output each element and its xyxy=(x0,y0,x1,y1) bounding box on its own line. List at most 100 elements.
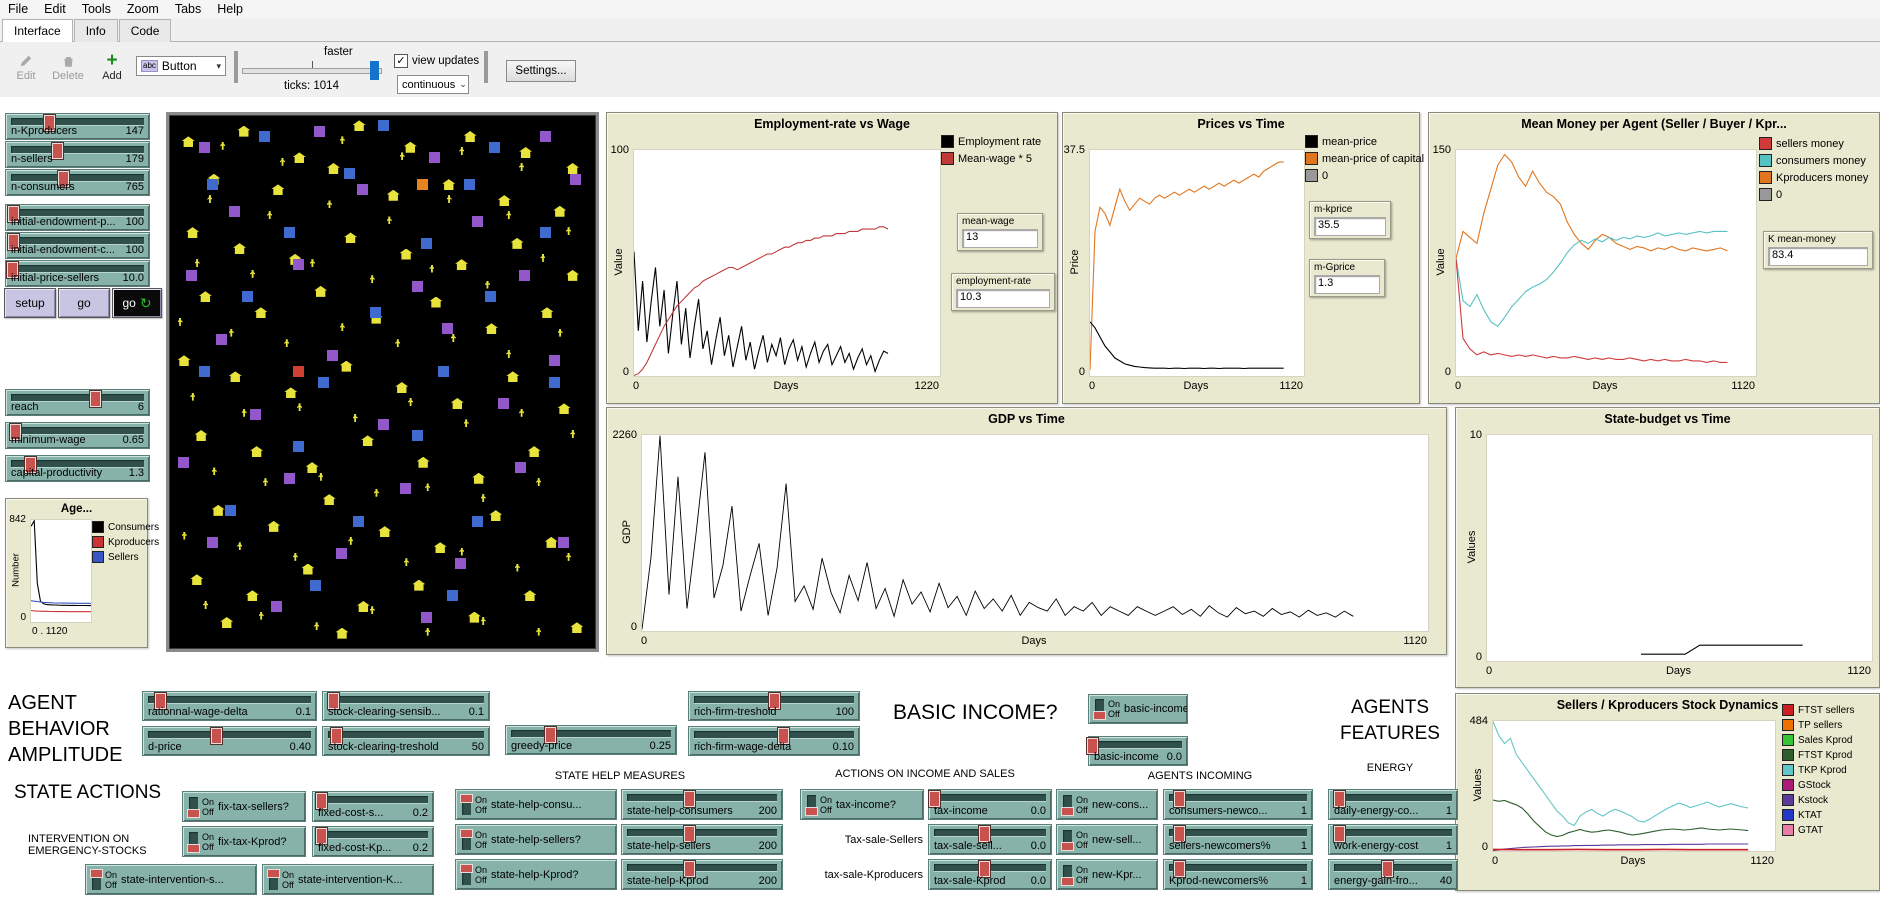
slider-rich-firm-wage-delta[interactable]: rich-firm-wage-delta0.10 xyxy=(688,726,860,756)
switch-state-help-consu[interactable]: OnOffstate-help-consu... xyxy=(455,789,617,820)
widget-type-dropdown[interactable]: abc Button ▾ xyxy=(136,56,226,76)
switch-track[interactable] xyxy=(189,797,198,817)
switch-track[interactable] xyxy=(1095,699,1104,719)
switch-knob[interactable] xyxy=(460,864,473,873)
switch-track[interactable] xyxy=(1063,865,1072,885)
slider-stock-clearing-treshold[interactable]: stock-clearing-treshold50 xyxy=(322,726,490,756)
slider-stock-clearing-sensib[interactable]: stock-clearing-sensib...0.1 xyxy=(322,691,490,721)
go-forever-button[interactable]: go↻ xyxy=(112,288,162,318)
slider-fixed-cost-kp[interactable]: fixed-cost-Kp...0.2 xyxy=(312,826,434,857)
switch-knob[interactable] xyxy=(1061,807,1074,816)
slider-kprod-newcomers[interactable]: Kprod-newcomers%1 xyxy=(1163,859,1313,890)
slider-state-help-kprod[interactable]: state-help-Kprod200 xyxy=(621,859,783,890)
switch-knob[interactable] xyxy=(1061,877,1074,886)
switch-state-help-kprod[interactable]: OnOffstate-help-Kprod? xyxy=(455,859,617,890)
switch-knob[interactable] xyxy=(187,844,200,853)
slider-value: 0.2 xyxy=(413,807,428,819)
switch-new-sell[interactable]: OnOffnew-sell... xyxy=(1056,824,1158,855)
setup-button[interactable]: setup xyxy=(4,288,56,318)
switch-knob[interactable] xyxy=(1093,711,1106,720)
slider-n-sellers[interactable]: n-sellers179 xyxy=(5,141,150,168)
slider-rationnal-wage-delta[interactable]: rationnal-wage-delta0.1 xyxy=(142,691,317,721)
switch-knob[interactable] xyxy=(460,829,473,838)
switch-basic-income[interactable]: OnOffbasic-income? xyxy=(1088,694,1188,724)
slider-fixed-cost-s[interactable]: fixed-cost-s...0.2 xyxy=(312,791,434,822)
tab-code[interactable]: Code xyxy=(119,19,172,42)
tab-interface[interactable]: Interface xyxy=(2,19,73,42)
slider-initial-price-sellers[interactable]: initial-price-sellers10.0 xyxy=(5,260,150,287)
slider-capital-productivity[interactable]: capital-productivity1.3 xyxy=(5,455,150,482)
menu-file[interactable]: File xyxy=(0,2,36,16)
switch-knob[interactable] xyxy=(460,794,473,803)
menu-zoom[interactable]: Zoom xyxy=(119,2,167,16)
tab-info[interactable]: Info xyxy=(74,19,118,42)
menu-bar: File Edit Tools Zoom Tabs Help xyxy=(0,0,1880,19)
switch-track[interactable] xyxy=(462,865,471,885)
slider-initial-endowment-p[interactable]: initial-endowment-p...100 xyxy=(5,204,150,231)
switch-new-cons[interactable]: OnOffnew-cons... xyxy=(1056,789,1158,820)
switch-track[interactable] xyxy=(462,830,471,850)
speed-slider[interactable] xyxy=(242,68,382,74)
delete-button[interactable]: Delete xyxy=(48,48,88,88)
slider-basic-income[interactable]: basic-income0.0 xyxy=(1088,736,1188,766)
basic-income-slider-col: basic-income0.0 xyxy=(1088,736,1188,770)
switch-track[interactable] xyxy=(92,870,101,890)
slider-value: 100 xyxy=(126,244,144,256)
slider-tax-income[interactable]: tax-income0.0 xyxy=(928,789,1052,820)
switch-new-kpr[interactable]: OnOffnew-Kpr... xyxy=(1056,859,1158,890)
menu-help[interactable]: Help xyxy=(209,2,251,16)
menu-edit[interactable]: Edit xyxy=(36,2,74,16)
switch-knob[interactable] xyxy=(90,869,103,878)
switch-state-intervention-s[interactable]: OnOffstate-intervention-s... xyxy=(85,864,257,895)
switch-track[interactable] xyxy=(1063,830,1072,850)
menu-tools[interactable]: Tools xyxy=(74,2,119,16)
slider-daily-energy-co[interactable]: daily-energy-co...1 xyxy=(1328,789,1458,820)
slider-reach[interactable]: reach6 xyxy=(5,389,150,416)
switch-knob[interactable] xyxy=(267,869,280,878)
slider-n-kproducers[interactable]: n-Kproducers147 xyxy=(5,113,150,140)
slider-label: Kprod-newcomers% xyxy=(1169,875,1268,887)
slider-minimum-wage[interactable]: minimum-wage0.65 xyxy=(5,422,150,449)
slider-d-price[interactable]: d-price0.40 xyxy=(142,726,317,756)
switch-state-intervention-k[interactable]: OnOffstate-intervention-K... xyxy=(262,864,434,895)
switch-knob[interactable] xyxy=(187,809,200,818)
switch-fix-tax-sellers[interactable]: OnOfffix-tax-sellers? xyxy=(182,791,306,822)
go-button[interactable]: go xyxy=(58,288,110,318)
speed-slider-thumb[interactable] xyxy=(370,61,379,80)
slider-state-help-sellers[interactable]: state-help-sellers200 xyxy=(621,824,783,855)
slider-sellers-newcomers[interactable]: sellers-newcomers%1 xyxy=(1163,824,1313,855)
switch-track[interactable] xyxy=(269,870,278,890)
slider-n-consumers[interactable]: n-consumers765 xyxy=(5,169,150,196)
switch-track[interactable] xyxy=(189,832,198,852)
slider-energy-gain-fro[interactable]: energy-gain-fro...40 xyxy=(1328,859,1458,890)
update-mode-dropdown[interactable]: continuous ⌄ xyxy=(397,75,469,94)
slider-tax-sale-kprod[interactable]: tax-sale-Kprod0.0 xyxy=(928,859,1052,890)
slider-initial-endowment-c[interactable]: initial-endowment-c...100 xyxy=(5,232,150,259)
slider-greedy-price[interactable]: greedy-price0.25 xyxy=(505,725,677,755)
legend-item: Kproducers xyxy=(92,536,159,548)
slider-consumers-newco[interactable]: consumers-newco...1 xyxy=(1163,789,1313,820)
add-button[interactable]: + Add xyxy=(92,48,132,88)
menu-tabs[interactable]: Tabs xyxy=(167,2,209,16)
slider-rich-firm-treshold[interactable]: rich-firm-treshold100 xyxy=(688,691,860,721)
view-updates-checkbox[interactable]: ✓ view updates xyxy=(394,54,479,68)
delete-button-label: Delete xyxy=(52,70,84,82)
slider-tax-sale-sell[interactable]: tax-sale-sell...0.0 xyxy=(928,824,1052,855)
switch-state-help-sellers[interactable]: OnOffstate-help-sellers? xyxy=(455,824,617,855)
switch-tax-income[interactable]: OnOfftax-income? xyxy=(800,789,924,820)
switch-fix-tax-kprod[interactable]: OnOfffix-tax-Kprod? xyxy=(182,826,306,857)
slider-work-energy-cost[interactable]: work-energy-cost1 xyxy=(1328,824,1458,855)
amplitude-sliders-col2: stock-clearing-sensib...0.1 stock-clearin… xyxy=(322,691,490,761)
switch-knob[interactable] xyxy=(805,807,818,816)
switch-track[interactable] xyxy=(462,795,471,815)
agent-blue xyxy=(421,238,432,249)
switch-track[interactable] xyxy=(1063,795,1072,815)
slider-state-help-consumers[interactable]: state-help-consumers200 xyxy=(621,789,783,820)
switch-track[interactable] xyxy=(807,795,816,815)
switch-onoff-labels: OnOff xyxy=(202,832,214,852)
edit-button[interactable]: Edit xyxy=(6,48,46,88)
switch-knob[interactable] xyxy=(1061,842,1074,851)
agent-house xyxy=(468,612,481,623)
agent-house xyxy=(523,590,536,601)
settings-button[interactable]: Settings... xyxy=(506,60,576,82)
